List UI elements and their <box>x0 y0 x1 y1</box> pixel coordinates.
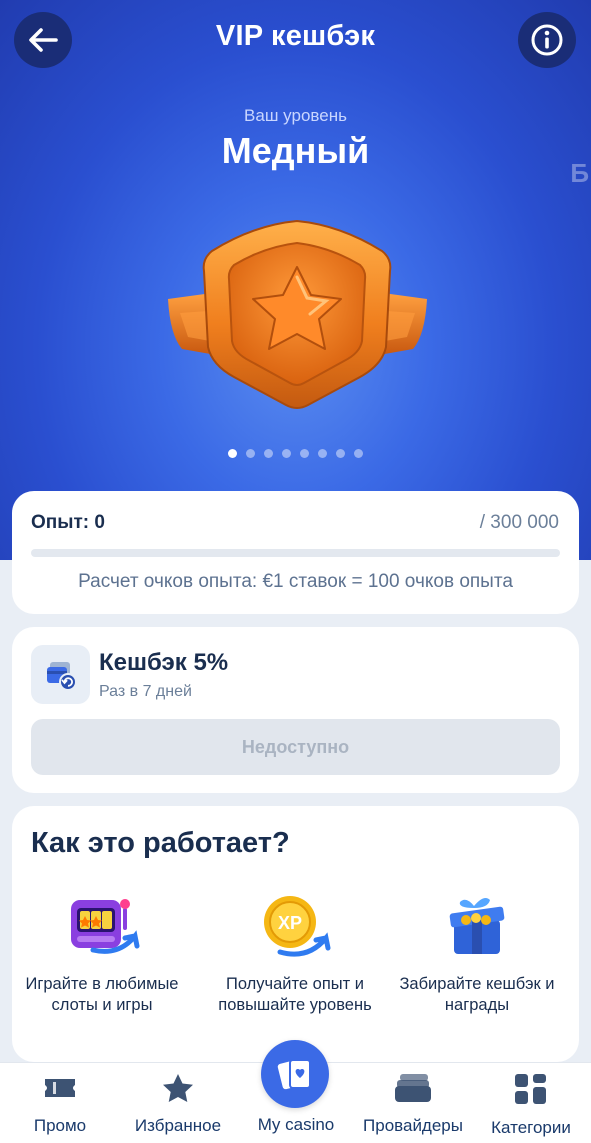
slot-machine-icon <box>71 899 140 954</box>
carousel-dot[interactable] <box>336 449 345 458</box>
cashback-cards-icon <box>31 645 90 704</box>
gift-box-icon <box>449 898 505 954</box>
nav-favorites-label: Избранное <box>134 1116 222 1135</box>
experience-note: Расчет очков опыта: €1 ставок = 100 очко… <box>78 571 513 592</box>
cashback-frequency: Раз в 7 дней <box>99 683 192 700</box>
nav-providers-label: Провайдеры <box>363 1116 463 1135</box>
nav-promo-label: Промо <box>33 1116 87 1135</box>
experience-progress-bar <box>31 549 560 557</box>
nav-providers[interactable]: Провайдеры <box>358 1073 468 1136</box>
carousel-dot[interactable] <box>354 449 363 458</box>
carousel-dot[interactable] <box>228 449 237 458</box>
carousel-dot[interactable] <box>318 449 327 458</box>
info-button[interactable] <box>518 12 576 68</box>
ticket-icon <box>45 1079 75 1097</box>
nav-my-casino-label[interactable]: My casino <box>236 1115 356 1135</box>
level-name: Медный <box>221 130 370 171</box>
experience-label: Опыт: 0 <box>31 512 105 533</box>
experience-max: / 300 000 <box>479 512 559 533</box>
carousel-dot[interactable] <box>264 449 273 458</box>
nav-favorites[interactable]: Избранное <box>123 1073 233 1136</box>
step-play: Играйте в любимые слоты и игры <box>17 890 187 1016</box>
experience-card: Опыт: 0 / 300 000 Расчет очков опыта: €1… <box>12 491 579 614</box>
step-experience-text: Получайте опыт и повышайте уровень <box>218 975 372 1014</box>
nav-promo[interactable]: Промо <box>5 1073 115 1136</box>
cards-icon <box>277 1059 311 1090</box>
page-title: VIP кешбэк <box>215 20 376 52</box>
copper-star-shield-icon <box>168 219 427 409</box>
step-play-text: Играйте в любимые слоты и игры <box>25 975 179 1014</box>
how-it-works-card: Как это работает? Играйте в любимые слот… <box>12 806 579 1062</box>
step-reward-text: Забирайте кешбэк и награды <box>399 975 555 1014</box>
xp-coin-icon: XP <box>264 896 331 957</box>
hero-banner: VIP кешбэк Ваш уровень Медный Б <box>0 0 591 560</box>
carousel-dot[interactable] <box>282 449 291 458</box>
step-reward: Забирайте кешбэк и награды <box>392 890 562 1016</box>
carousel-dot[interactable] <box>246 449 255 458</box>
next-level-peek[interactable]: Б <box>570 158 589 189</box>
cashback-card: Кешбэк 5% Раз в 7 дней Недоступно <box>12 627 579 793</box>
level-caption: Ваш уровень <box>244 106 347 125</box>
nav-my-casino[interactable] <box>261 1040 329 1108</box>
info-icon <box>531 24 563 56</box>
grid-icon <box>515 1074 546 1104</box>
nav-categories[interactable]: Категории <box>476 1073 586 1138</box>
nav-categories-label: Категории <box>491 1118 571 1137</box>
star-icon <box>163 1074 193 1102</box>
step-experience: XP Получайте опыт и повышайте уровень <box>210 890 380 1016</box>
cashback-title: Кешбэк 5% <box>99 649 229 676</box>
carousel-dot[interactable] <box>300 449 309 458</box>
svg-text:XP: XP <box>278 913 302 933</box>
carousel-dots[interactable] <box>0 449 591 458</box>
cashback-unavailable-button[interactable]: Недоступно <box>31 719 560 775</box>
wallet-stack-icon <box>395 1074 431 1102</box>
how-it-works-title: Как это работает? <box>31 827 290 859</box>
